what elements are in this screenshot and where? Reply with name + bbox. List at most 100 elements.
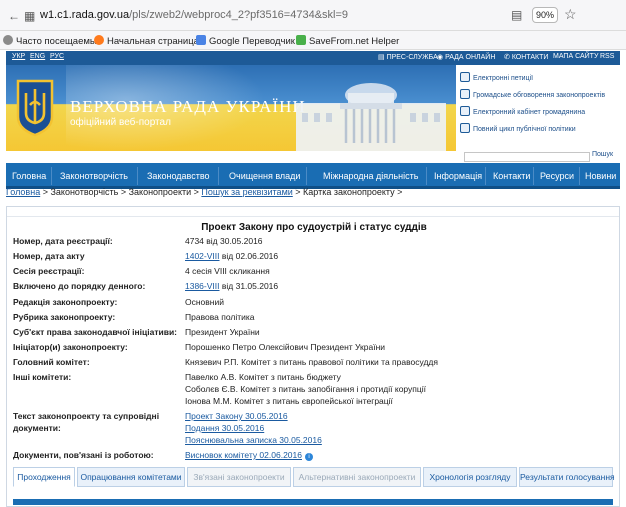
reg-number-label: Номер, дата реєстрації: bbox=[13, 236, 113, 246]
savefrom-icon bbox=[296, 35, 306, 45]
nav-resources[interactable]: Ресурси bbox=[540, 171, 574, 181]
nav-contacts[interactable]: Контакти bbox=[493, 171, 530, 181]
top-strip: УКР ENG РУС ▤ ПРЕС-СЛУЖБА ◉ РАДА ОНЛАЙН … bbox=[6, 51, 620, 65]
agenda-label: Включено до порядку денного: bbox=[13, 281, 146, 291]
site-info-icon[interactable]: ▦ bbox=[24, 9, 35, 23]
bookmark-google-translate[interactable]: Google Переводчик bbox=[196, 35, 295, 47]
nav-lustration[interactable]: Очищення влади bbox=[229, 171, 300, 181]
info-icon[interactable]: i bbox=[304, 453, 313, 461]
related-docs-value: Висновок комітету 02.06.2016 i bbox=[185, 450, 313, 461]
bookmark-savefrom[interactable]: SaveFrom.net Helper bbox=[296, 35, 399, 47]
submission-link[interactable]: Подання 30.05.2016 bbox=[185, 423, 264, 433]
rubric-value: Правова політика bbox=[185, 312, 255, 322]
subject-value: Президент України bbox=[185, 327, 260, 337]
url-path: /pls/zweb2/webproc4_2?pf3516=4734&skl=9 bbox=[129, 9, 349, 21]
tab-alternative-bills: Альтернативні законопроекти bbox=[293, 467, 421, 487]
rss-link[interactable]: RSS bbox=[600, 53, 614, 60]
explanatory-note-link[interactable]: Пояснювальна записка 30.05.2016 bbox=[185, 435, 322, 445]
breadcrumb-home-link[interactable]: Головна bbox=[6, 187, 40, 197]
tab-voting-results[interactable]: Результати голосування bbox=[519, 467, 615, 487]
site-header: УКР ENG РУС ▤ ПРЕС-СЛУЖБА ◉ РАДА ОНЛАЙН … bbox=[6, 51, 620, 189]
cycle-icon bbox=[460, 123, 470, 133]
act-number-value: 1402-VIII від 02.06.2016 bbox=[185, 251, 278, 261]
search-row: Пошук bbox=[6, 151, 620, 163]
nav-lawmaking[interactable]: Законотворчість bbox=[60, 171, 128, 181]
bookmark-star-icon[interactable]: ☆ bbox=[564, 6, 577, 23]
back-arrow-icon[interactable]: ← bbox=[8, 9, 20, 23]
nav-separator bbox=[51, 167, 52, 185]
bookmark-label: Начальная страница bbox=[107, 36, 199, 47]
nav-news[interactable]: Новини bbox=[585, 171, 616, 181]
rubric-label: Рубрика законопроекту: bbox=[13, 312, 116, 322]
banner: ВЕРХОВНА РАДА УКРАЇНИ офіційний веб-порт… bbox=[6, 65, 620, 151]
firefox-icon bbox=[94, 35, 104, 45]
edition-value: Основний bbox=[185, 297, 224, 307]
texts-link-submission: Подання 30.05.2016 bbox=[185, 423, 264, 433]
browser-url-bar: ← ▦ w1.c1.rada.gov.ua/pls/zweb2/webproc4… bbox=[0, 0, 626, 31]
policy-cycle-link[interactable]: Повний цикл публічної політики bbox=[460, 123, 576, 133]
quick-links-panel: Електронні петиції Громадське обговоренн… bbox=[456, 65, 620, 151]
site-subtitle: офіційний веб-портал bbox=[70, 117, 171, 128]
edition-label: Редакція законопроекту: bbox=[13, 297, 118, 307]
nav-home[interactable]: Головна bbox=[12, 171, 46, 181]
rada-online-label: РАДА ОНЛАЙН bbox=[445, 54, 496, 61]
rada-online-link[interactable]: ◉ РАДА ОНЛАЙН bbox=[437, 53, 495, 61]
phone-icon: ✆ bbox=[504, 54, 512, 61]
nav-information[interactable]: Інформація bbox=[434, 171, 482, 181]
camera-icon: ◉ bbox=[437, 54, 446, 61]
bill-text-link[interactable]: Проект Закону 30.05.2016 bbox=[185, 411, 288, 421]
site-title[interactable]: ВЕРХОВНА РАДА УКРАЇНИ bbox=[70, 97, 306, 117]
nav-legislation[interactable]: Законодавство bbox=[147, 171, 210, 181]
nav-separator bbox=[579, 167, 580, 185]
card-divider bbox=[7, 216, 619, 217]
breadcrumb: Головна > Законотворчість > Законопроект… bbox=[6, 187, 402, 197]
bill-tabs: Проходження Опрацювання комітетами Зв'яз… bbox=[13, 467, 615, 487]
act-number-link[interactable]: 1402-VIII bbox=[185, 251, 220, 261]
other-committee-item: Іонова М.М. Комітет з питань європейсько… bbox=[185, 396, 393, 406]
parliament-building-image bbox=[296, 83, 446, 151]
tab-chronology[interactable]: Хронологія розгляду bbox=[423, 467, 517, 487]
citizen-cabinet-link[interactable]: Електронний кабінет громадянина bbox=[460, 106, 585, 116]
nav-international[interactable]: Міжнародна діяльність bbox=[323, 171, 418, 181]
lang-eng-link[interactable]: ENG bbox=[30, 53, 45, 60]
subject-label: Суб'єкт права законодавчої ініціативи: bbox=[13, 327, 177, 337]
url-host: w1.c1.rada.gov.ua bbox=[40, 9, 130, 21]
petition-icon bbox=[460, 72, 470, 82]
main-committee-value: Князевич Р.П. Комітет з питань правової … bbox=[185, 357, 438, 367]
search-input[interactable] bbox=[464, 152, 590, 162]
session-value: 4 сесія VIII скликання bbox=[185, 266, 270, 276]
citizen-cabinet-label: Електронний кабінет громадянина bbox=[473, 109, 586, 116]
e-petitions-link[interactable]: Електронні петиції bbox=[460, 72, 533, 82]
bookmark-most-visited[interactable]: Часто посещаемые bbox=[3, 35, 102, 47]
tab-committee-processing[interactable]: Опрацювання комітетами bbox=[77, 467, 185, 487]
address-field[interactable]: w1.c1.rada.gov.ua/pls/zweb2/webproc4_2?p… bbox=[40, 9, 348, 21]
zoom-indicator[interactable]: 90% bbox=[532, 7, 558, 23]
texts-label-cont: документи: bbox=[13, 423, 61, 433]
related-docs-label: Документи, пов'язані із роботою: bbox=[13, 450, 154, 460]
bill-title: Проект Закону про судоустрій і статус су… bbox=[201, 222, 427, 233]
reader-view-icon[interactable]: ▤ bbox=[511, 8, 522, 22]
bookmark-start-page[interactable]: Начальная страница bbox=[94, 35, 199, 47]
search-button[interactable]: Пошук bbox=[592, 151, 613, 158]
agenda-link[interactable]: 1386-VIII bbox=[185, 281, 220, 291]
breadcrumb-current: > Картка законопроекту > bbox=[292, 187, 403, 197]
lang-ukr-link[interactable]: УКР bbox=[12, 53, 25, 60]
press-service-link[interactable]: ▤ ПРЕС-СЛУЖБА bbox=[378, 53, 438, 61]
agenda-value: 1386-VIII від 31.05.2016 bbox=[185, 281, 278, 291]
reg-number-value: 4734 від 30.05.2016 bbox=[185, 236, 263, 246]
breadcrumb-search-link[interactable]: Пошук за реквізитами bbox=[201, 187, 292, 197]
nav-separator bbox=[218, 167, 219, 185]
tab-related-bills: Зв'язані законопроекти bbox=[187, 467, 291, 487]
nav-separator bbox=[306, 167, 307, 185]
public-discussion-link[interactable]: Громадське обговорення законопроектів bbox=[460, 89, 605, 99]
contacts-top-link[interactable]: ✆ КОНТАКТИ bbox=[504, 53, 548, 61]
act-date: від 02.06.2016 bbox=[219, 251, 279, 261]
committee-conclusion-link[interactable]: Висновок комітету 02.06.2016 bbox=[185, 450, 302, 460]
tab-passage[interactable]: Проходження bbox=[13, 467, 75, 487]
other-committees-label: Інші комітети: bbox=[13, 372, 72, 382]
cabinet-icon bbox=[460, 106, 470, 116]
lang-rus-link[interactable]: РУС bbox=[50, 53, 64, 60]
coat-of-arms-icon[interactable] bbox=[14, 77, 56, 137]
bookmark-label: Google Переводчик bbox=[209, 36, 295, 47]
sitemap-link[interactable]: МАПА САЙТУ bbox=[553, 53, 598, 60]
